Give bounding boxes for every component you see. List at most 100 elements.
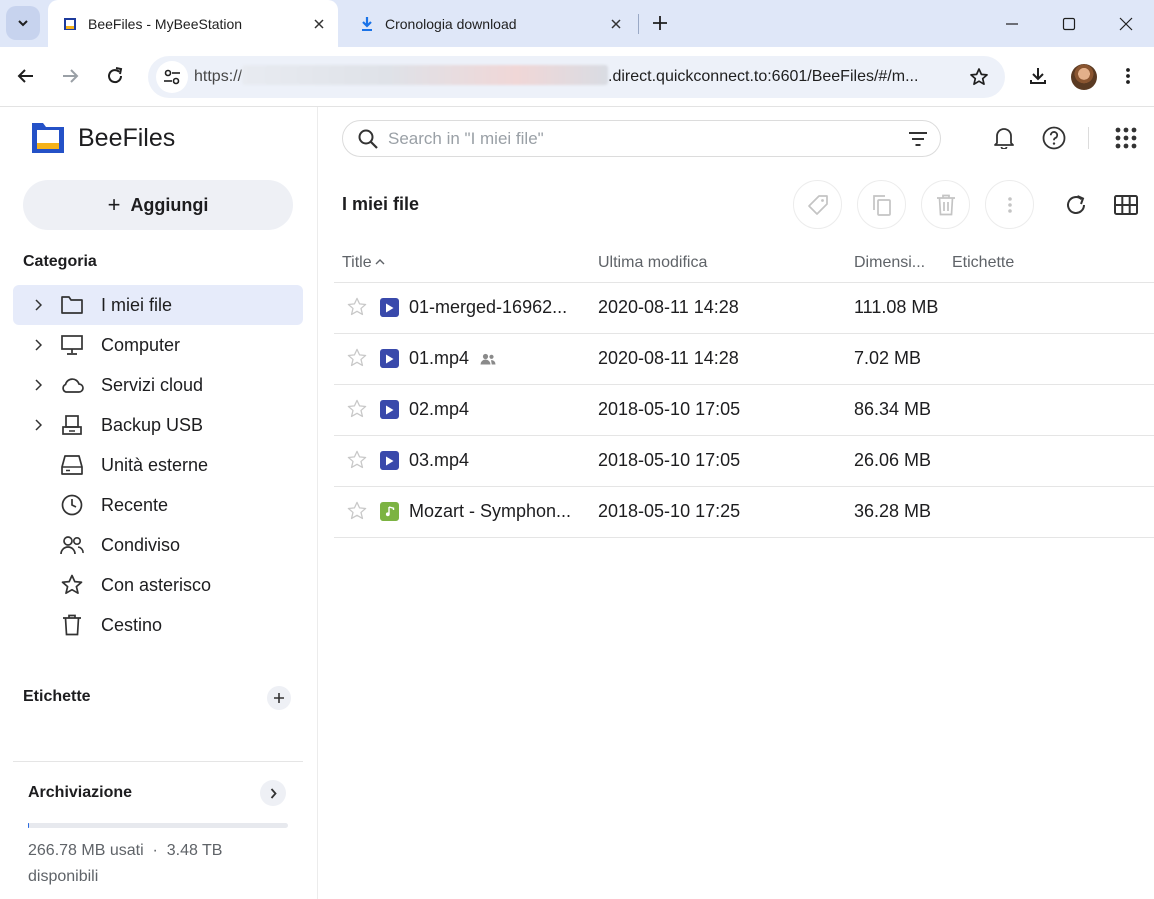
storage-usage-text: 266.78 MB usati · 3.48 TB disponibili: [28, 838, 268, 890]
table-row[interactable]: 01.mp4 2020-08-11 14:28 7.02 MB: [334, 334, 1154, 385]
chevron-right-icon[interactable]: [27, 339, 49, 351]
address-bar[interactable]: https:// .direct.quickconnect.to:6601/Bee…: [148, 56, 1005, 98]
table-row[interactable]: Mozart - Symphon... 2018-05-10 17:25 36.…: [334, 487, 1154, 538]
sidebar-item-label: I miei file: [101, 294, 173, 315]
sidebar-item-external-drives[interactable]: Unità esterne: [13, 445, 303, 485]
storage-used: 266.78 MB usati: [28, 842, 144, 859]
back-button[interactable]: [10, 60, 42, 92]
new-tab-button[interactable]: [648, 11, 672, 35]
shared-icon: [479, 350, 497, 368]
profile-avatar[interactable]: [1071, 64, 1097, 90]
star-toggle-icon[interactable]: [346, 347, 368, 369]
chevron-right-icon[interactable]: [27, 419, 49, 431]
app-name: BeeFiles: [78, 123, 176, 152]
close-window-button[interactable]: [1097, 0, 1154, 47]
main-content: I miei file Title Ultima modifica Dimens…: [319, 107, 1154, 899]
file-modified: 2020-08-11 14:28: [598, 348, 739, 368]
search-input[interactable]: [388, 125, 888, 153]
sidebar-item-cloud-services[interactable]: Servizi cloud: [13, 365, 303, 405]
column-header-size[interactable]: Dimensi...: [854, 254, 925, 272]
table-row[interactable]: 03.mp4 2018-05-10 17:05 26.06 MB: [334, 436, 1154, 487]
star-toggle-icon[interactable]: [346, 449, 368, 471]
file-size: 86.34 MB: [854, 399, 932, 419]
copy-action-button[interactable]: [857, 180, 906, 229]
chevron-down-icon: [18, 20, 28, 27]
audio-file-icon: [380, 502, 399, 521]
sidebar-item-label: Recente: [101, 494, 169, 515]
app-logo[interactable]: BeeFiles: [32, 123, 175, 153]
url-scheme: https://: [194, 68, 243, 85]
grid-view-icon: [1114, 195, 1138, 215]
sort-ascending-icon: [375, 259, 385, 265]
browser-tab-strip: BeeFiles - MyBeeStation Cronologia downl…: [0, 0, 1154, 47]
video-file-icon: [380, 349, 399, 368]
close-icon: [1119, 17, 1132, 30]
storage-details-button[interactable]: [260, 780, 286, 806]
table-row[interactable]: 01-merged-16962... 2020-08-11 14:28 111.…: [334, 283, 1154, 334]
trash-icon: [59, 612, 85, 638]
file-size: 36.28 MB: [854, 501, 932, 521]
site-info-icon[interactable]: [156, 61, 188, 93]
table-row[interactable]: 02.mp4 2018-05-10 17:05 86.34 MB: [334, 385, 1154, 436]
sidebar-item-starred[interactable]: Con asterisco: [13, 565, 303, 605]
delete-action-button[interactable]: [921, 180, 970, 229]
notifications-button[interactable]: [989, 123, 1019, 153]
forward-button[interactable]: [54, 60, 86, 92]
file-name: Mozart - Symphon...: [409, 501, 572, 521]
add-label-button[interactable]: [267, 686, 291, 710]
folder-icon: [59, 292, 85, 318]
minimize-icon: [1005, 22, 1018, 25]
column-header-title[interactable]: Title: [342, 254, 385, 272]
search-bar[interactable]: [342, 120, 941, 157]
category-section-title: Categoria: [23, 253, 97, 270]
maximize-window-button[interactable]: [1040, 0, 1097, 47]
sidebar-item-recent[interactable]: Recente: [13, 485, 303, 525]
tab-search-button[interactable]: [6, 6, 40, 40]
reload-icon: [108, 67, 123, 84]
arrow-left-icon: [17, 69, 33, 83]
chevron-right-icon: [270, 787, 277, 799]
download-favicon-icon: [359, 16, 375, 32]
more-vertical-icon: [1126, 68, 1130, 84]
add-button[interactable]: + Aggiungi: [23, 180, 293, 230]
star-toggle-icon[interactable]: [346, 398, 368, 420]
add-button-label: Aggiungi: [130, 194, 209, 215]
chevron-right-icon[interactable]: [27, 299, 49, 311]
sidebar-item-shared[interactable]: Condiviso: [13, 525, 303, 565]
sidebar-item-label: Unità esterne: [101, 454, 209, 475]
tab-download-history[interactable]: Cronologia download: [345, 0, 635, 47]
label-action-button[interactable]: [793, 180, 842, 229]
refresh-button[interactable]: [1062, 191, 1090, 219]
copy-icon: [872, 194, 891, 216]
tab-beefiles[interactable]: BeeFiles - MyBeeStation: [48, 0, 338, 47]
downloads-button[interactable]: [1022, 60, 1054, 92]
browser-menu-button[interactable]: [1112, 60, 1144, 92]
sidebar-item-trash[interactable]: Cestino: [13, 605, 303, 645]
star-toggle-icon[interactable]: [346, 296, 368, 318]
bookmark-star-icon[interactable]: [967, 65, 991, 89]
help-icon: [1042, 126, 1066, 150]
table-header: Title Ultima modifica Dimensi... Etichet…: [334, 247, 1154, 283]
more-actions-button[interactable]: [985, 180, 1034, 229]
filter-icon[interactable]: [906, 127, 930, 151]
file-size: 111.08 MB: [854, 297, 939, 317]
help-button[interactable]: [1039, 123, 1069, 153]
sidebar-item-computer[interactable]: Computer: [13, 325, 303, 365]
column-title-label: Title: [342, 254, 372, 271]
column-header-modified[interactable]: Ultima modifica: [598, 254, 707, 272]
clock-icon: [59, 492, 85, 518]
file-modified: 2018-05-10 17:25: [598, 501, 741, 521]
trash-icon: [936, 194, 955, 215]
sidebar-item-usb-backup[interactable]: Backup USB: [13, 405, 303, 445]
app-launcher-button[interactable]: [1111, 123, 1141, 153]
sidebar-item-my-files[interactable]: I miei file: [13, 285, 303, 325]
minimize-window-button[interactable]: [983, 0, 1040, 47]
beefiles-favicon-icon: [62, 16, 78, 32]
column-header-labels[interactable]: Etichette: [952, 254, 1014, 272]
chevron-right-icon[interactable]: [27, 379, 49, 391]
reload-button[interactable]: [99, 60, 131, 92]
close-tab-icon[interactable]: [605, 13, 627, 35]
close-tab-icon[interactable]: [308, 13, 330, 35]
grid-view-button[interactable]: [1112, 191, 1140, 219]
star-toggle-icon[interactable]: [346, 500, 368, 522]
